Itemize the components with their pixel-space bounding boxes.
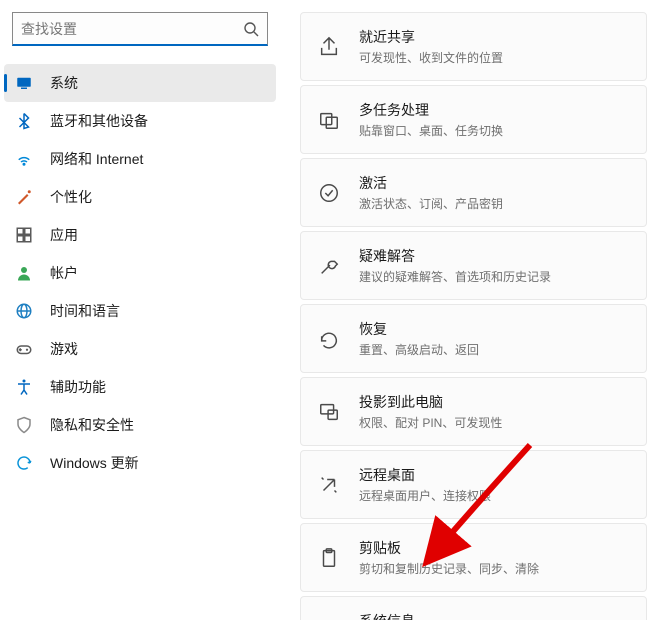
settings-card-info[interactable]: 系统信息 设备规格、重命名电脑、Windows 规格	[300, 596, 647, 620]
remote-icon	[317, 473, 341, 497]
sidebar-item-label: 系统	[50, 73, 78, 93]
card-text: 疑难解答 建议的疑难解答、首选项和历史记录	[359, 246, 630, 285]
sidebar-item-label: 个性化	[50, 187, 92, 207]
card-title: 恢复	[359, 319, 630, 339]
search-box[interactable]	[12, 12, 268, 46]
card-title: 多任务处理	[359, 100, 630, 120]
card-title: 就近共享	[359, 27, 630, 47]
sidebar-item-update[interactable]: Windows 更新	[4, 444, 276, 482]
nav-list: 系统 蓝牙和其他设备 网络和 Internet 个性化 应用 帐户 时间和语言 …	[0, 64, 280, 482]
sidebar-item-shield[interactable]: 隐私和安全性	[4, 406, 276, 444]
search-input[interactable]	[21, 21, 243, 37]
card-desc: 激活状态、订阅、产品密钥	[359, 195, 630, 212]
sidebar-item-label: 帐户	[50, 263, 78, 283]
clipboard-icon	[317, 546, 341, 570]
sidebar-item-wifi[interactable]: 网络和 Internet	[4, 140, 276, 178]
sidebar: 系统 蓝牙和其他设备 网络和 Internet 个性化 应用 帐户 时间和语言 …	[0, 0, 280, 620]
recovery-icon	[317, 327, 341, 351]
sidebar-item-game[interactable]: 游戏	[4, 330, 276, 368]
globe-icon	[14, 301, 34, 321]
card-desc: 可发现性、收到文件的位置	[359, 49, 630, 66]
card-text: 就近共享 可发现性、收到文件的位置	[359, 27, 630, 66]
sidebar-item-apps[interactable]: 应用	[4, 216, 276, 254]
sidebar-item-brush[interactable]: 个性化	[4, 178, 276, 216]
accessibility-icon	[14, 377, 34, 397]
card-desc: 重置、高级启动、返回	[359, 341, 630, 358]
wrench-icon	[317, 254, 341, 278]
card-title: 激活	[359, 173, 630, 193]
card-title: 投影到此电脑	[359, 392, 630, 412]
sidebar-item-system[interactable]: 系统	[4, 64, 276, 102]
card-text: 系统信息 设备规格、重命名电脑、Windows 规格	[359, 611, 630, 620]
card-text: 多任务处理 贴靠窗口、桌面、任务切换	[359, 100, 630, 139]
sidebar-item-label: 应用	[50, 225, 78, 245]
shield-icon	[14, 415, 34, 435]
settings-card-multitask[interactable]: 多任务处理 贴靠窗口、桌面、任务切换	[300, 85, 647, 154]
settings-card-check[interactable]: 激活 激活状态、订阅、产品密钥	[300, 158, 647, 227]
check-icon	[317, 181, 341, 205]
apps-icon	[14, 225, 34, 245]
sidebar-item-bluetooth[interactable]: 蓝牙和其他设备	[4, 102, 276, 140]
settings-card-share[interactable]: 就近共享 可发现性、收到文件的位置	[300, 12, 647, 81]
settings-card-wrench[interactable]: 疑难解答 建议的疑难解答、首选项和历史记录	[300, 231, 647, 300]
sidebar-item-label: 游戏	[50, 339, 78, 359]
sidebar-item-globe[interactable]: 时间和语言	[4, 292, 276, 330]
card-text: 远程桌面 远程桌面用户、连接权限	[359, 465, 630, 504]
search-container	[12, 12, 268, 46]
settings-card-remote[interactable]: 远程桌面 远程桌面用户、连接权限	[300, 450, 647, 519]
settings-card-clipboard[interactable]: 剪贴板 剪切和复制历史记录、同步、清除	[300, 523, 647, 592]
update-icon	[14, 453, 34, 473]
card-text: 恢复 重置、高级启动、返回	[359, 319, 630, 358]
main-panel: 就近共享 可发现性、收到文件的位置 多任务处理 贴靠窗口、桌面、任务切换 激活 …	[280, 0, 659, 620]
project-icon	[317, 400, 341, 424]
card-text: 剪贴板 剪切和复制历史记录、同步、清除	[359, 538, 630, 577]
card-title: 系统信息	[359, 611, 630, 620]
card-desc: 建议的疑难解答、首选项和历史记录	[359, 268, 630, 285]
card-title: 剪贴板	[359, 538, 630, 558]
card-title: 疑难解答	[359, 246, 630, 266]
sidebar-item-label: 时间和语言	[50, 301, 120, 321]
card-desc: 权限、配对 PIN、可发现性	[359, 414, 630, 431]
sidebar-item-person[interactable]: 帐户	[4, 254, 276, 292]
wifi-icon	[14, 149, 34, 169]
card-text: 激活 激活状态、订阅、产品密钥	[359, 173, 630, 212]
search-icon	[243, 21, 259, 37]
multitask-icon	[317, 108, 341, 132]
bluetooth-icon	[14, 111, 34, 131]
person-icon	[14, 263, 34, 283]
card-desc: 贴靠窗口、桌面、任务切换	[359, 122, 630, 139]
card-desc: 远程桌面用户、连接权限	[359, 487, 630, 504]
sidebar-item-label: 隐私和安全性	[50, 415, 134, 435]
card-desc: 剪切和复制历史记录、同步、清除	[359, 560, 630, 577]
sidebar-item-label: Windows 更新	[50, 453, 139, 473]
brush-icon	[14, 187, 34, 207]
card-title: 远程桌面	[359, 465, 630, 485]
settings-card-project[interactable]: 投影到此电脑 权限、配对 PIN、可发现性	[300, 377, 647, 446]
share-icon	[317, 35, 341, 59]
sidebar-item-accessibility[interactable]: 辅助功能	[4, 368, 276, 406]
sidebar-item-label: 辅助功能	[50, 377, 106, 397]
sidebar-item-label: 蓝牙和其他设备	[50, 111, 148, 131]
settings-card-recovery[interactable]: 恢复 重置、高级启动、返回	[300, 304, 647, 373]
sidebar-item-label: 网络和 Internet	[50, 149, 143, 169]
card-text: 投影到此电脑 权限、配对 PIN、可发现性	[359, 392, 630, 431]
system-icon	[14, 73, 34, 93]
game-icon	[14, 339, 34, 359]
